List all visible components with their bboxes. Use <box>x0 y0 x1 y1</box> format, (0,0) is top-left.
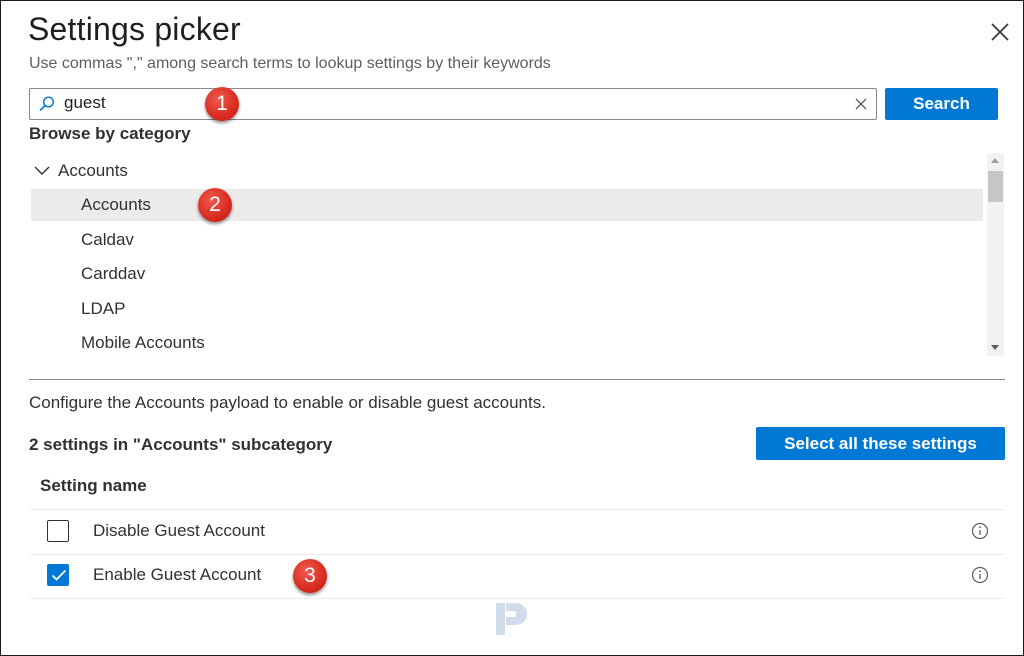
tree-item-ldap[interactable]: LDAP <box>31 293 983 325</box>
scroll-up-icon[interactable] <box>991 158 999 163</box>
settings-count-label: 2 settings in "Accounts" subcategory <box>29 435 333 454</box>
settings-picker-dialog: Settings picker Use commas "," among sea… <box>0 0 1024 656</box>
section-divider <box>29 379 1005 380</box>
close-icon[interactable] <box>987 19 1013 45</box>
select-all-settings-button[interactable]: Select all these settings <box>756 427 1005 460</box>
tree-parent-accounts[interactable]: Accounts <box>29 159 329 185</box>
browse-by-category-label: Browse by category <box>29 124 191 143</box>
search-input[interactable]: guest <box>29 88 877 120</box>
tree-parent-label: Accounts <box>58 161 128 180</box>
dialog-title: Settings picker <box>28 11 241 47</box>
info-icon[interactable] <box>971 522 989 540</box>
tree-scrollbar[interactable] <box>987 153 1004 356</box>
tree-item-accounts[interactable]: Accounts <box>31 189 983 221</box>
tree-item-label: Carddav <box>81 264 146 283</box>
scroll-thumb[interactable] <box>988 171 1003 202</box>
setting-row-enable-guest: Enable Guest Account <box>29 554 1005 598</box>
category-tree: Accounts Accounts Caldav Carddav LDAP Mo… <box>29 153 985 357</box>
search-icon <box>38 95 56 113</box>
tree-item-caldav[interactable]: Caldav <box>31 224 983 256</box>
step-badge-1: 1 <box>205 87 239 121</box>
tree-item-label: Caldav <box>81 230 134 249</box>
setting-name-column-header: Setting name <box>40 476 147 495</box>
dialog-subtitle: Use commas "," among search terms to loo… <box>29 55 551 72</box>
chevron-down-icon <box>34 164 50 176</box>
scroll-down-icon[interactable] <box>991 345 999 350</box>
setting-name: Disable Guest Account <box>93 521 265 540</box>
checkmark-icon <box>51 569 67 581</box>
disable-guest-checkbox[interactable] <box>47 520 69 542</box>
tree-item-label: Accounts <box>81 195 151 214</box>
step-badge-3: 3 <box>293 559 327 593</box>
tree-item-label: LDAP <box>81 299 126 318</box>
tree-item-label: Mobile Accounts <box>81 333 205 352</box>
search-value: guest <box>64 93 106 112</box>
subcategory-description: Configure the Accounts payload to enable… <box>29 393 546 412</box>
watermark-logo-icon <box>492 599 532 639</box>
setting-name: Enable Guest Account <box>93 565 262 584</box>
tree-item-mobile-accounts[interactable]: Mobile Accounts <box>31 327 983 359</box>
tree-item-carddav[interactable]: Carddav <box>31 258 983 290</box>
info-icon[interactable] <box>971 566 989 584</box>
enable-guest-checkbox[interactable] <box>47 564 69 586</box>
setting-row-disable-guest: Disable Guest Account <box>29 510 1005 554</box>
search-button[interactable]: Search <box>885 88 998 120</box>
step-badge-2: 2 <box>198 188 232 222</box>
clear-icon[interactable] <box>854 97 868 111</box>
